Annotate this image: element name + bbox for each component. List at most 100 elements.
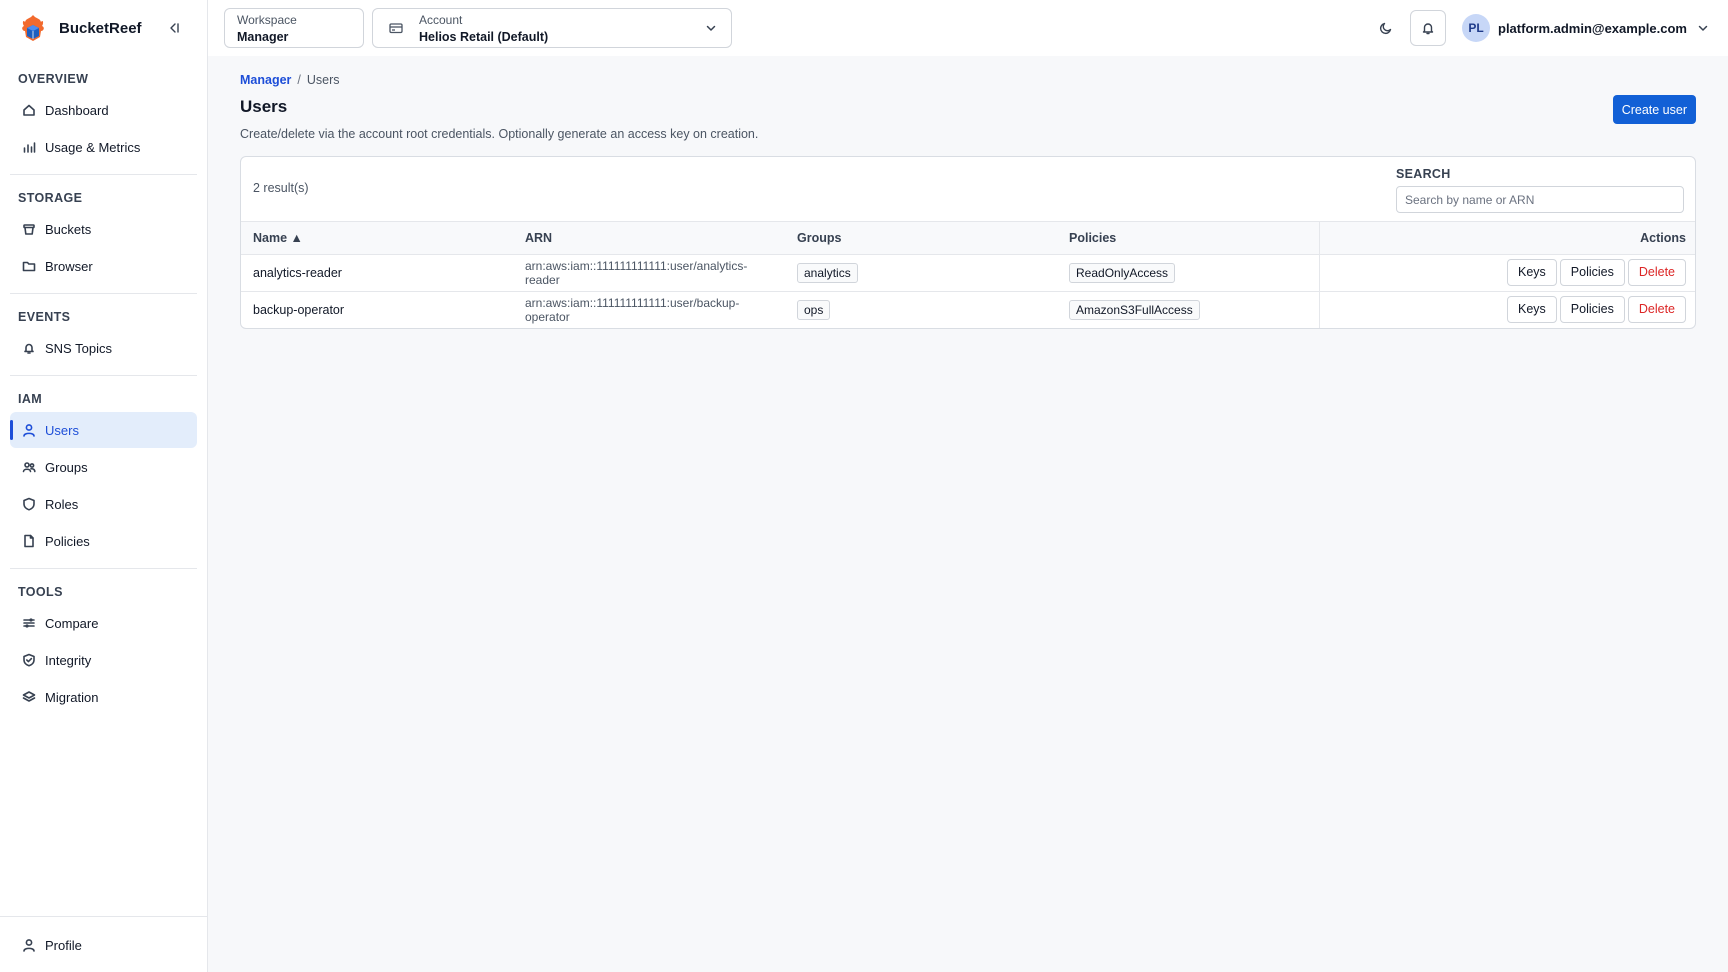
users-table-card: 2 result(s) SEARCH Name ▲ ARN Groups Pol… [240,156,1696,329]
sidebar-item-profile[interactable]: Profile [10,927,197,963]
user-groups-cell: ops [785,291,1057,328]
section-title: OVERVIEW [18,72,89,86]
sidebar-item-label: Policies [45,533,90,549]
user-name-cell: analytics-reader [241,254,513,292]
file-icon [24,534,34,548]
nav-section-overview: OVERVIEW Dashboard Usage & Metrics [10,56,197,175]
section-title: EVENTS [18,310,71,324]
search-label: SEARCH [1396,167,1451,181]
bell-icon [24,343,34,354]
topbar: Workspace Manager Account Helios Retail … [208,0,1728,56]
sidebar-item-groups[interactable]: Groups [10,449,197,485]
sidebar-item-compare[interactable]: Compare [10,605,197,641]
result-count: 2 result(s) [253,181,309,195]
bucketreef-logo-icon [22,15,44,41]
policy-chip: ReadOnlyAccess [1069,262,1176,283]
sidebar-item-integrity[interactable]: Integrity [10,642,197,678]
column-header-actions: Actions [1318,222,1695,255]
nav-section-storage: STORAGE Buckets Browser [10,175,197,294]
notifications-button[interactable] [1410,10,1446,46]
sidebar: BucketReef OVERVIEW Dashboard Usage & Metr… [0,0,208,972]
group-chip: ops [797,299,831,320]
table-body: analytics-reader arn:aws:iam::11111111111… [241,254,1695,328]
account-selector[interactable]: Account Helios Retail (Default) [372,8,732,48]
column-header-policies: Policies [1057,222,1319,255]
sidebar-item-sns-topics[interactable]: SNS Topics [10,330,197,366]
breadcrumb-link-manager[interactable]: Manager [240,73,291,87]
user-actions-cell: Keys Policies Delete [1318,254,1695,292]
user-arn-cell: arn:aws:iam::111111111111:user/analytics… [513,254,785,292]
user-policies-cell: AmazonS3FullAccess [1057,291,1319,328]
workspace-value: Manager [237,30,289,44]
sidebar-item-browser[interactable]: Browser [10,248,197,284]
brand-name: BucketReef [59,19,142,37]
sidebar-item-label: Groups [45,459,88,475]
sidebar-item-label: Roles [45,496,79,512]
keys-button[interactable]: Keys [1506,259,1557,286]
column-header-arn: ARN [513,222,785,255]
user-actions-cell: Keys Policies Delete [1318,291,1695,328]
breadcrumb-separator: / [297,73,301,87]
page-description: Create/delete via the account root crede… [240,127,759,141]
nav-section-iam: IAM Users Groups Roles Policies [10,376,197,569]
chevron-down-icon [706,25,716,31]
sidebar-item-label: Migration [45,689,99,705]
create-user-button[interactable]: Create user [1612,95,1696,124]
theme-toggle-button[interactable] [1374,16,1398,40]
workspace-selector[interactable]: Workspace Manager [224,8,364,48]
sidebar-item-label: Users [45,422,79,438]
page-title: Users [240,97,288,116]
profile-bar: Profile [0,916,207,972]
user-email: platform.admin@example.com [1498,20,1687,36]
account-label: Account [419,13,463,27]
main-content: Manager / Users Users Create/delete via th… [240,56,1696,329]
home-icon [23,104,35,116]
sliders-icon [23,618,35,628]
policies-button[interactable]: Policies [1559,296,1625,324]
breadcrumb: Manager / Users [240,72,1696,88]
collapse-sidebar-icon [170,23,179,33]
user-policies-cell: ReadOnlyAccess [1057,254,1319,292]
policy-chip: AmazonS3FullAccess [1069,299,1200,320]
layers-icon [22,691,36,702]
column-header-name[interactable]: Name ▲ [241,222,513,255]
collapse-sidebar-button[interactable] [164,18,184,38]
user-icon [23,424,35,437]
user-menu[interactable]: PL platform.admin@example.com [1462,14,1709,42]
user-name-cell: backup-operator [253,302,345,317]
table-row: analytics-reader arn:aws:iam::11111111111… [241,254,1695,292]
policies-button[interactable]: Policies [1559,259,1625,286]
sidebar-item-roles[interactable]: Roles [10,486,197,522]
section-title: STORAGE [18,191,83,205]
bell-icon [1422,23,1434,35]
sidebar-item-label: Buckets [45,221,92,237]
table-toolbar: 2 result(s) SEARCH [241,157,1695,222]
section-title: IAM [18,392,43,406]
nav-section-tools: TOOLS Compare Integrity Migration [10,569,197,724]
sidebar-item-buckets[interactable]: Buckets [10,211,197,247]
delete-button[interactable]: Delete [1627,259,1686,286]
shield-check-icon [23,653,35,667]
sidebar-item-usage-metrics[interactable]: Usage & Metrics [10,129,197,165]
sidebar-item-dashboard[interactable]: Dashboard [10,92,197,128]
keys-button[interactable]: Keys [1506,296,1557,324]
sidebar-item-label: SNS Topics [45,340,112,356]
chevron-down-icon [1698,25,1708,31]
user-groups-cell: analytics [785,254,1057,292]
delete-button[interactable]: Delete [1627,296,1686,324]
nav-section-events: EVENTS SNS Topics [10,294,197,376]
sidebar-item-migration[interactable]: Migration [10,679,197,715]
sidebar-item-label: Browser [45,258,93,274]
sidebar-item-policies[interactable]: Policies [10,523,197,559]
table-header-row: Name ▲ ARN Groups Policies Actions [241,222,1695,255]
bar-chart-icon [23,142,36,153]
shield-icon [23,497,35,511]
sidebar-item-users[interactable]: Users [10,412,197,448]
workspace-label: Workspace [237,13,297,27]
avatar: PL [1462,14,1490,42]
users-table: Name ▲ ARN Groups Policies Actions analy… [241,222,1695,328]
user-icon [23,939,35,952]
credit-card-icon [389,23,403,34]
sidebar-item-label: Compare [45,615,99,631]
search-input[interactable] [1396,186,1684,213]
